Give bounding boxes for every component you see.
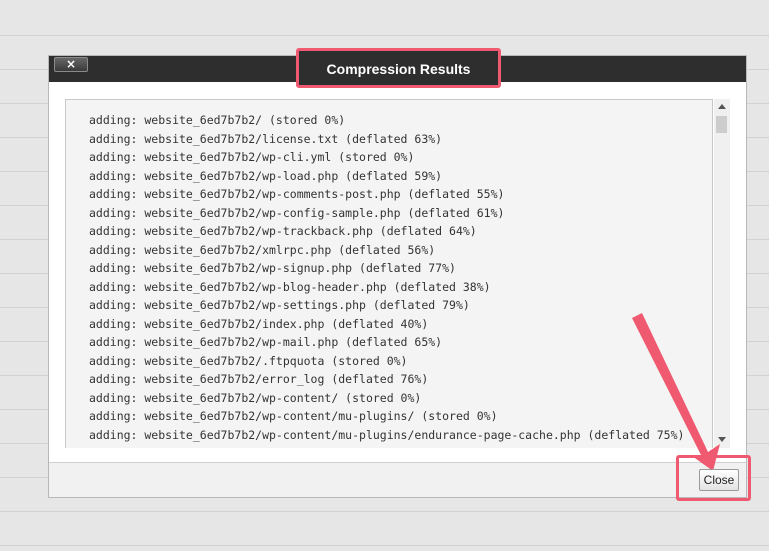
dialog-footer — [49, 462, 746, 497]
log-line: adding: website_6ed7b7b2/wp-mail.php (de… — [89, 335, 443, 349]
log-line: adding: website_6ed7b7b2/ (stored 0%) — [89, 113, 346, 127]
log-line: adding: website_6ed7b7b2/xmlrpc.php (def… — [89, 242, 436, 257]
log-line: adding: website_6ed7b7b2/error_log (defl… — [89, 372, 429, 386]
dialog-title: Compression Results — [326, 61, 471, 77]
close-x-icon: × — [65, 57, 77, 71]
log-line: adding: website_6ed7b7b2/license.txt (de… — [89, 131, 443, 146]
close-button[interactable]: Close — [699, 469, 739, 491]
log-line: adding: website_6ed7b7b2/wp-content/mu-p… — [89, 409, 498, 423]
log-line: adding: website_6ed7b7b2/wp-content/ (st… — [89, 390, 422, 405]
title-highlight-annotation: Compression Results — [296, 48, 501, 88]
compression-log[interactable]: adding: website_6ed7b7b2/ (stored 0%) add… — [65, 99, 713, 448]
log-lines: adding: website_6ed7b7b2/ (stored 0%) add… — [89, 111, 684, 444]
log-line: adding: website_6ed7b7b2/wp-signup.php (… — [89, 261, 456, 275]
log-line: adding: website_6ed7b7b2/wp-cli.yml (sto… — [89, 150, 415, 164]
log-line: adding: website_6ed7b7b2/wp-content/mu-p… — [89, 427, 685, 442]
log-line: adding: website_6ed7b7b2/wp-load.php (de… — [89, 168, 443, 183]
log-line: adding: website_6ed7b7b2/wp-blog-header.… — [89, 279, 491, 294]
dialog-close-x-button[interactable]: × — [54, 57, 88, 72]
log-line: adding: website_6ed7b7b2/wp-settings.php… — [89, 298, 470, 312]
scroll-down-arrow-icon[interactable] — [718, 437, 726, 442]
log-line: adding: website_6ed7b7b2/.ftpquota (stor… — [89, 353, 408, 368]
log-line: adding: website_6ed7b7b2/wp-config-sampl… — [89, 205, 505, 220]
compression-results-dialog: × adding: website_6ed7b7b2/ (stored 0%) a… — [48, 48, 747, 498]
scrollbar-thumb[interactable] — [716, 116, 727, 133]
log-line: adding: website_6ed7b7b2/wp-trackback.ph… — [89, 224, 477, 238]
log-line: adding: website_6ed7b7b2/index.php (defl… — [89, 316, 429, 331]
log-scrollbar[interactable] — [714, 99, 730, 448]
log-line: adding: website_6ed7b7b2/wp-comments-pos… — [89, 187, 505, 201]
scroll-up-arrow-icon[interactable] — [718, 104, 726, 109]
